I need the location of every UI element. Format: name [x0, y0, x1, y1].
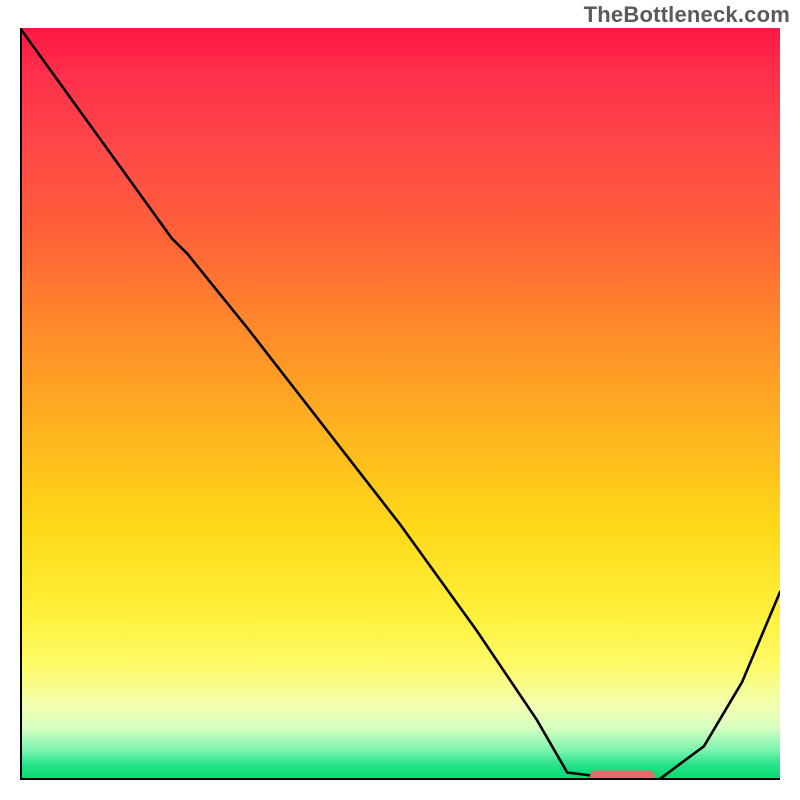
gradient-background	[20, 28, 780, 780]
figure-container: TheBottleneck.com	[0, 0, 800, 800]
plot-area	[20, 28, 780, 780]
attribution-label: TheBottleneck.com	[584, 2, 790, 28]
